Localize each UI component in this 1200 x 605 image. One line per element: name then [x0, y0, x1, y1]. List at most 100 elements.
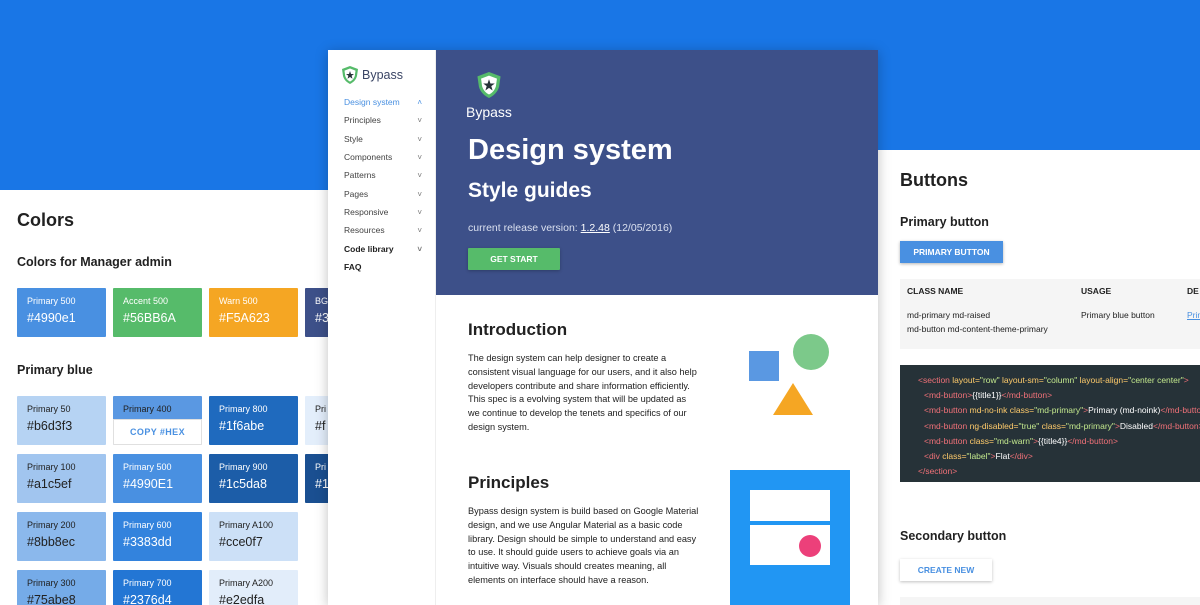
nav-pages[interactable]: Pages ˅: [344, 187, 422, 201]
chevron-down-icon: ˅: [417, 225, 422, 235]
colors-title: Colors: [17, 210, 75, 230]
swatch-hex: #75abe8: [27, 593, 76, 605]
chevron-down-icon: ˅: [417, 189, 422, 199]
sidebar-logo[interactable]: Bypass: [342, 66, 403, 84]
page-title: Design system: [468, 134, 673, 166]
page-subtitle: Style guides: [468, 179, 592, 202]
illustration-card: [750, 490, 830, 521]
table-cell-usage: Primary blue button: [1081, 310, 1155, 320]
code-line: <md-button class="md-warn">{{title4}}</m…: [924, 435, 1118, 446]
orange-triangle-shape: [773, 383, 813, 415]
swatch-primary-300[interactable]: Primary 300 #75abe8: [17, 570, 106, 605]
primary-button[interactable]: PRIMARY BUTTON: [900, 241, 1003, 263]
swatch-hex: #b6d3f3: [27, 419, 73, 433]
chevron-down-icon: ˅: [417, 170, 422, 180]
principles-title: Principles: [468, 473, 550, 492]
swatch-hex: #e2edfa: [219, 593, 265, 605]
swatch-hex: #F5A623: [219, 311, 270, 325]
buttons-panel: Buttons Primary button PRIMARY BUTTON CL…: [878, 150, 1200, 605]
table-header: DE: [1187, 286, 1199, 296]
class-line: md-primary md-raised: [907, 310, 991, 320]
nav-label: Responsive: [344, 207, 389, 217]
swatch-primary-a100[interactable]: Primary A100 #cce0f7: [209, 512, 298, 561]
design-system-page: Bypass Design system ˄ Principles ˅ Style ˅…: [328, 50, 878, 605]
manager-colors-heading: Colors for Manager admin: [17, 255, 172, 269]
swatch-hex: #4990e1: [27, 311, 76, 325]
swatch-primary-900[interactable]: Primary 900 #1c5da8: [209, 454, 298, 503]
swatch-primary-50[interactable]: Primary 50 #b6d3f3: [17, 396, 106, 445]
swatch-hex: #1c5da8: [219, 477, 267, 491]
code-line: <section layout="row" layout-sm="column"…: [918, 375, 1189, 385]
nav-patterns[interactable]: Patterns ˅: [344, 168, 422, 182]
table-cell-class: md-primary md-raised md-button md-conten…: [907, 308, 1048, 336]
swatch-primary-500b[interactable]: Primary 500 #4990E1: [113, 454, 202, 503]
copy-hex-button[interactable]: COPY #HEX: [113, 419, 202, 445]
sidebar: Bypass Design system ˄ Principles ˅ Style ˅…: [328, 50, 436, 605]
table-header: CLASS NAME: [907, 286, 964, 296]
nav-design-system[interactable]: Design system ˄: [344, 95, 422, 109]
get-start-button[interactable]: GET START: [468, 248, 560, 270]
swatch-name: Accent 500: [123, 296, 169, 306]
nav-code-library[interactable]: Code library ˅: [344, 242, 422, 256]
create-new-button[interactable]: CREATE NEW: [900, 559, 992, 581]
introduction-title: Introduction: [468, 320, 568, 339]
nav-resources[interactable]: Resources ˅: [344, 223, 422, 237]
nav-label: Code library: [344, 244, 394, 254]
swatch-primary-600[interactable]: Primary 600 #3383dd: [113, 512, 202, 561]
buttons-title: Buttons: [900, 170, 968, 190]
swatch-warn-500[interactable]: Warn 500 #F5A623: [209, 288, 298, 337]
primary-button-heading: Primary button: [900, 215, 989, 229]
nav-style[interactable]: Style ˅: [344, 132, 422, 146]
chevron-down-icon: ˅: [417, 207, 422, 217]
table-cell-link[interactable]: Prim: [1187, 308, 1200, 322]
swatch-name: Primary 800: [219, 404, 268, 414]
swatch-hex: #2376d4: [123, 593, 172, 605]
swatch-name: Primary A200: [219, 578, 274, 588]
nav-principles[interactable]: Principles ˅: [344, 113, 422, 127]
table-header: USAGE: [1081, 286, 1112, 296]
nav-faq[interactable]: FAQ: [344, 260, 422, 274]
secondary-button-heading: Secondary button: [900, 529, 1007, 543]
chevron-down-icon: ˅: [417, 134, 422, 144]
principles-illustration: [730, 470, 850, 605]
swatch-primary-500[interactable]: Primary 500 #4990e1: [17, 288, 106, 337]
swatch-primary-100[interactable]: Primary 100 #a1c5ef: [17, 454, 106, 503]
sidebar-logo-text: Bypass: [362, 68, 403, 82]
swatch-name: Primary 700: [123, 578, 172, 588]
nav-label: Resources: [344, 225, 385, 235]
nav-label: Principles: [344, 115, 381, 125]
release-date: (12/05/2016): [609, 222, 673, 234]
hero-logo-text: Bypass: [466, 104, 512, 120]
code-line: <md-button md-no-ink class="md-primary">…: [924, 405, 1200, 416]
nav-components[interactable]: Components ˅: [344, 150, 422, 164]
introduction-text: The design system can help designer to c…: [468, 353, 697, 432]
swatch-primary-200[interactable]: Primary 200 #8bb8ec: [17, 512, 106, 561]
swatch-name: Primary 500: [123, 462, 172, 472]
swatch-primary-400[interactable]: Primary 400 COPY #HEX: [113, 396, 202, 445]
principles-text: Bypass design system is build based on G…: [468, 506, 699, 585]
nav-label: Design system: [344, 97, 400, 107]
hero-banner: Bypass Design system Style guides curren…: [436, 50, 878, 295]
colors-panel: Colors Colors for Manager admin Primary …: [0, 190, 340, 605]
nav-label: Pages: [344, 189, 369, 199]
swatch-name: Warn 500: [219, 296, 258, 306]
nav-label: Components: [344, 152, 393, 162]
blue-square-shape: [749, 351, 779, 381]
swatch-primary-800[interactable]: Primary 800 #1f6abe: [209, 396, 298, 445]
swatch-name: Primary 300: [27, 578, 76, 588]
table-strip: [900, 597, 1200, 605]
code-line: </section>: [918, 466, 958, 477]
swatch-name: Primary 200: [27, 520, 76, 530]
nav-responsive[interactable]: Responsive ˅: [344, 205, 422, 219]
swatch-primary-a200[interactable]: Primary A200 #e2edfa: [209, 570, 298, 605]
code-line: <div class="label">Flat</div>: [924, 451, 1033, 462]
swatch-accent-500[interactable]: Accent 500 #56BB6A: [113, 288, 202, 337]
release-prefix: current release version:: [468, 222, 581, 234]
swatch-hex: #a1c5ef: [27, 477, 72, 491]
release-version-link[interactable]: 1.2.48: [581, 222, 610, 234]
swatch-hex: #8bb8ec: [27, 535, 75, 549]
code-line: <md-button ng-disabled="true" class="md-…: [924, 420, 1200, 431]
swatch-primary-700[interactable]: Primary 700 #2376d4: [113, 570, 202, 605]
nav-label: FAQ: [344, 262, 362, 272]
bypass-shield-icon: [342, 66, 358, 84]
